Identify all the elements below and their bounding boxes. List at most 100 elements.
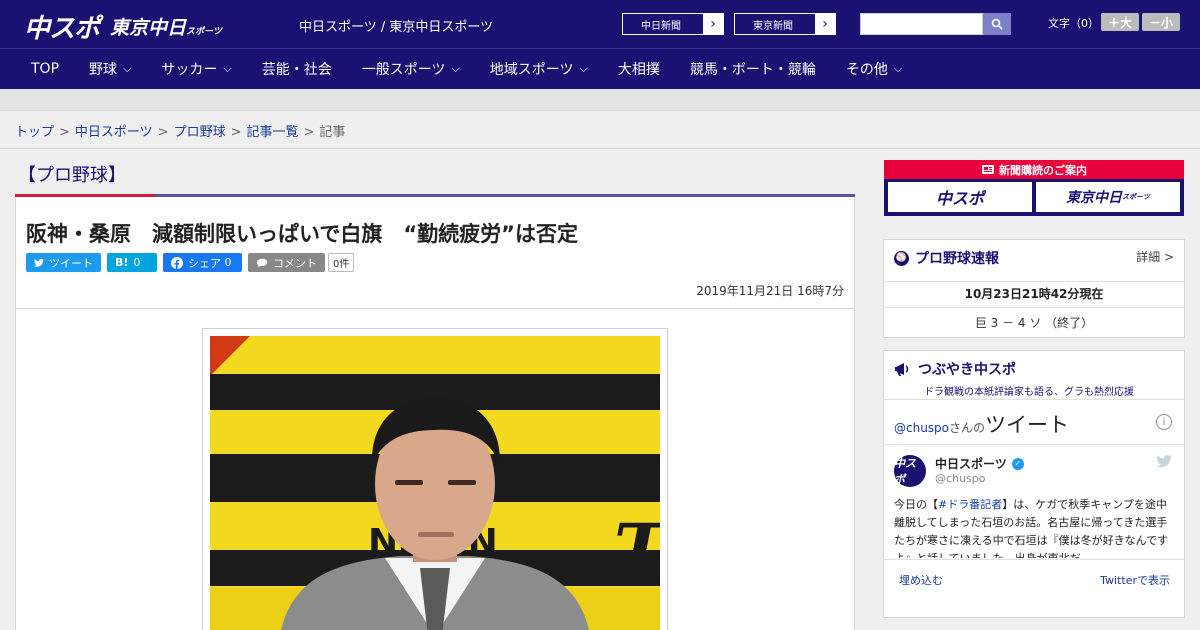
nav-item-entertainment[interactable]: 芸能・社会 (247, 49, 347, 89)
megaphone-icon (895, 363, 909, 376)
tweets-widget-title: つぶやき中スポ (894, 359, 1016, 379)
search-button[interactable] (983, 13, 1011, 35)
tweet-button-label: ツイート (49, 256, 93, 270)
tokyo-chunichi-logo[interactable]: 東京中日スポーツ (110, 13, 222, 40)
chunichi-shimbun-link[interactable]: 中日新聞 › (622, 13, 724, 35)
scores-detail-link[interactable]: 詳細 > (1136, 248, 1174, 265)
breadcrumb-link-top[interactable]: トップ (15, 125, 54, 140)
hatena-count: 0 (133, 256, 141, 269)
breadcrumb-link-chunichi-sports[interactable]: 中日スポーツ (75, 125, 153, 140)
comment-button[interactable]: コメント (248, 253, 325, 272)
view-on-twitter-link[interactable]: Twitterで表示 (1100, 572, 1170, 588)
tweets-widget: つぶやき中スポ ドラ観戦の本紙評論家も語る、グラも熱烈応援 @chuspoさんの… (883, 350, 1185, 618)
chuspo-logo[interactable]: 中スポ (24, 8, 100, 45)
subscribe-tokyo-chunichi-link[interactable]: 東京中日 スポーツ (1036, 182, 1180, 212)
tokyo-shimbun-link[interactable]: 東京新聞 › (734, 13, 836, 35)
photo-backdrop-letter: T (614, 508, 660, 591)
facebook-icon (171, 256, 183, 269)
breadcrumb-separator: > (230, 125, 242, 140)
divider (884, 444, 1184, 445)
nav-item-top[interactable]: TOP (0, 49, 74, 89)
paper-link-label: 東京新聞 (753, 20, 793, 32)
nav-item-label: サッカー (161, 62, 218, 78)
subscribe-tokyo-sub: スポーツ (1122, 193, 1150, 201)
embed-link[interactable]: 埋め込む (899, 572, 943, 588)
nav-item-label: その他 (845, 62, 888, 78)
nav-item-label: 競馬・ボート・競輪 (689, 62, 816, 78)
baseball-scores-widget: ⚾ プロ野球速報 詳細 > 10月23日21時42分現在 巨 3 － 4 ソ （… (883, 239, 1185, 338)
avatar[interactable]: 中スポ (894, 455, 926, 487)
comment-button-label: コメント (273, 256, 317, 270)
tweets-widget-title-text: つぶやき中スポ (918, 362, 1016, 378)
tokyo-logo-main: 東京中日 (110, 17, 187, 39)
nav-item-baseball[interactable]: 野球 ⌵ (74, 49, 146, 89)
site-title: 中日スポーツ / 東京中日スポーツ (299, 20, 494, 35)
article-photo[interactable]: NSHIN T (210, 336, 660, 630)
tweets-widget-subtitle: ドラ観戦の本紙評論家も語る、グラも熱烈応援 (924, 387, 1134, 398)
nav-item-general-sports[interactable]: 一般スポーツ ⌵ (347, 49, 475, 89)
nav-item-label: 大相撲 (617, 62, 660, 78)
tweet-button[interactable]: ツイート (26, 253, 101, 272)
breadcrumb-current: 記事 (319, 125, 346, 140)
article-headline: 阪神・桑原 減額制限いっぱいで白旗 “勤続疲労”は否定 (26, 222, 578, 246)
facebook-share-count: 0 (224, 256, 232, 269)
nav-item-label: 一般スポーツ (361, 62, 446, 78)
tweet-text: 今日の【#ドラ番記者】は、ケガで秋季キャンプを途中離脱してしまった石垣のお話。名… (894, 496, 1176, 558)
breadcrumb-link-article-list[interactable]: 記事一覧 (247, 125, 299, 140)
subscribe-tokyo-label: 東京中日 (1066, 190, 1123, 206)
nav-item-label: TOP (31, 61, 60, 77)
timeline-header-title: ツイート (985, 413, 1070, 437)
chevron-down-icon: ⌵ (123, 62, 132, 75)
divider (884, 399, 1184, 400)
twitter-bird-icon (34, 258, 44, 267)
timeline-header: @chuspoさんのツイート (894, 409, 1069, 439)
article-category: 【プロ野球】 (18, 165, 126, 186)
search-input[interactable] (860, 13, 983, 35)
nav-item-label: 地域スポーツ (489, 62, 574, 78)
comment-count-badge[interactable]: 0件 (328, 253, 355, 272)
twitter-bird-icon[interactable] (1156, 455, 1172, 472)
nav-item-racing[interactable]: 競馬・ボート・競輪 (675, 49, 831, 89)
facebook-share-button[interactable]: シェア 0 (163, 253, 242, 272)
player-portrait-image: NSHIN T (210, 336, 660, 630)
divider (884, 559, 1184, 560)
nav-item-soccer[interactable]: サッカー ⌵ (146, 49, 246, 89)
chevron-right-icon: › (815, 14, 835, 34)
main-nav: TOP 野球 ⌵ サッカー ⌵ 芸能・社会 一般スポーツ ⌵ 地域スポーツ ⌵ 大相撲 … (0, 48, 1200, 89)
timeline-header-san: さんの (949, 421, 986, 435)
font-decrease-button[interactable]: －小 (1142, 13, 1180, 31)
font-increase-button[interactable]: ＋大 (1101, 13, 1139, 31)
tokyo-logo-sub: スポーツ (186, 27, 222, 37)
publish-date: 2019年11月21日 16時7分 (696, 284, 844, 298)
share-buttons: ツイート B! 0 シェア 0 コメント 0件 (26, 253, 355, 272)
nav-item-label: 野球 (89, 62, 118, 78)
speech-bubble-icon (256, 258, 268, 267)
facebook-share-label: シェア (188, 256, 221, 270)
chevron-down-icon: ⌵ (451, 62, 460, 75)
chevron-down-icon: ⌵ (579, 62, 588, 75)
subscription-banner[interactable]: 新聞購読のご案内 中スポ 東京中日 スポーツ (884, 160, 1184, 216)
breadcrumb-link-pro-baseball[interactable]: プロ野球 (174, 125, 226, 140)
account-name[interactable]: 中日スポーツ ✓ (935, 455, 1024, 472)
font-size-label: 文字（0） (1048, 17, 1099, 30)
nav-item-other[interactable]: その他 ⌵ (831, 49, 917, 89)
chevron-down-icon: ⌵ (223, 62, 232, 75)
scores-widget-title-text: プロ野球速報 (915, 251, 999, 267)
account-handle[interactable]: @chuspo (935, 472, 985, 485)
header-band (0, 89, 1200, 111)
scores-as-of: 10月23日21時42分現在 (884, 281, 1184, 302)
nav-item-label: 芸能・社会 (261, 62, 332, 78)
breadcrumb-separator: > (157, 125, 169, 140)
hashtag-link[interactable]: #ドラ番記者 (938, 498, 1002, 511)
chevron-down-icon: ⌵ (893, 62, 903, 75)
subscription-banner-title: 新聞購読のご案内 (884, 160, 1184, 179)
nav-item-sumo[interactable]: 大相撲 (603, 49, 675, 89)
breadcrumb: トップ > 中日スポーツ > プロ野球 > 記事一覧 > 記事 (15, 121, 345, 140)
game-score[interactable]: 巨 3 － 4 ソ （終了） (884, 307, 1184, 331)
info-icon[interactable]: i (1156, 414, 1172, 430)
timeline-handle-link[interactable]: @chuspo (894, 421, 949, 435)
subscribe-chuspo-link[interactable]: 中スポ (888, 182, 1032, 212)
scores-widget-title: ⚾ プロ野球速報 (894, 248, 999, 268)
nav-item-local-sports[interactable]: 地域スポーツ ⌵ (475, 49, 603, 89)
hatena-bookmark-button[interactable]: B! 0 (107, 253, 157, 272)
